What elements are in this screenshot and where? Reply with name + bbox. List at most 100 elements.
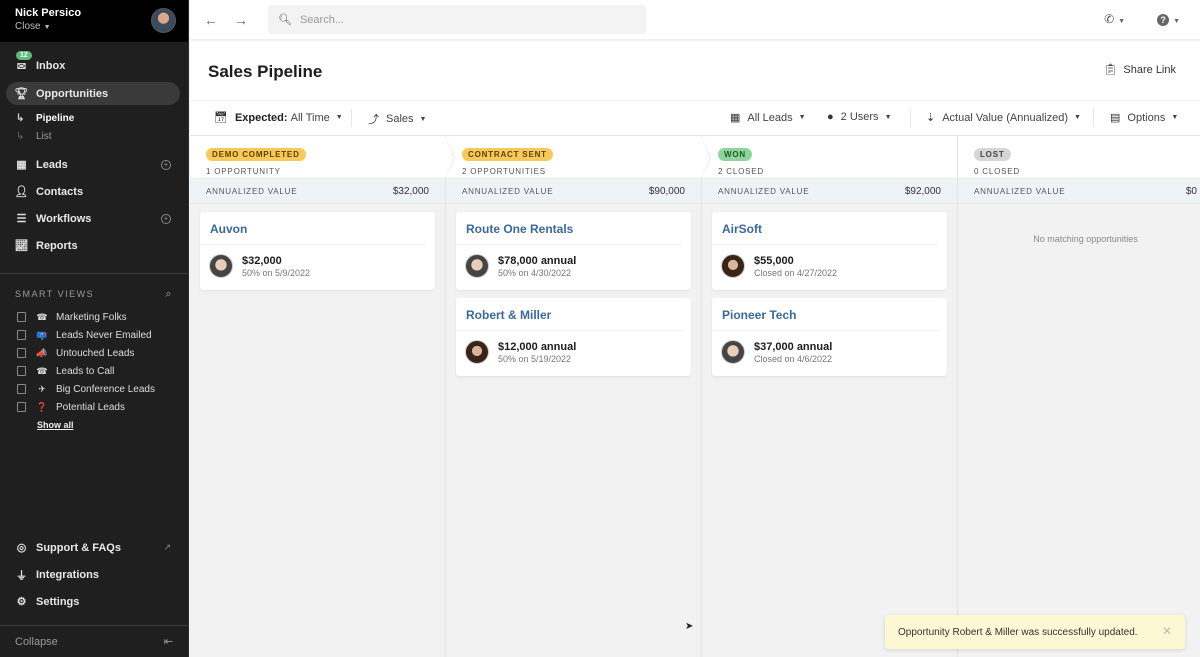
filter-separator (910, 109, 911, 127)
phone-menu[interactable]: ✆ ▼ (1104, 12, 1125, 26)
opportunity-card[interactable]: Pioneer Tech $37,000 annual Closed on 4/6/… (712, 298, 947, 376)
sort-value: Actual Value (Annualized) (942, 111, 1068, 124)
opportunity-value: $78,000 annual (498, 254, 577, 267)
user-avatar[interactable] (151, 8, 176, 33)
smart-view-item[interactable]: ✈ Big Conference Leads (0, 380, 188, 398)
sidebar-item-integrations[interactable]: ⏚ Integrations (0, 561, 188, 588)
smart-view-item[interactable]: ❓ Potential Leads (0, 398, 188, 416)
lead-name-link[interactable]: AirSoft (712, 212, 939, 245)
lead-name-link[interactable]: Pioneer Tech (712, 298, 939, 331)
options-value: Options (1127, 111, 1166, 124)
building-icon: ▦ (730, 112, 741, 124)
add-workflow-icon[interactable]: + (161, 213, 171, 224)
lead-name-link[interactable]: Robert & Miller (456, 298, 683, 331)
filter-separator (1093, 109, 1094, 127)
sidebar-item-label: Support & FAQs (36, 541, 121, 554)
stage-badge: WON (718, 148, 752, 161)
help-menu[interactable]: ? ▼ (1157, 12, 1180, 26)
show-all-link[interactable]: Show all (0, 416, 188, 434)
toast-message: Opportunity Robert & Miller was successf… (898, 626, 1138, 638)
share-link-button[interactable]: 📋︎ Share Link (1103, 63, 1176, 76)
avatar (465, 340, 489, 364)
forward-arrow-icon[interactable]: → (226, 12, 256, 28)
smart-view-item[interactable]: 📣 Untouched Leads (0, 344, 188, 362)
pipeline-column: LOST 0 CLOSED ANNUALIZED VALUE $0 No matchin… (958, 136, 1200, 657)
avatar (721, 254, 745, 278)
phone-icon: ✆ (1104, 12, 1115, 26)
sidebar-item-inbox[interactable]: ✉ 12 Inbox (0, 51, 188, 80)
column-value-row: ANNUALIZED VALUE $90,000 (446, 179, 701, 204)
caret-down-icon: ▼ (798, 114, 806, 121)
smart-view-item[interactable]: ☎ Marketing Folks (0, 308, 188, 326)
leads-value: All Leads (747, 111, 793, 124)
building-icon (17, 402, 26, 412)
sidebar-item-label: Workflows (36, 212, 92, 225)
sidebar: Nick Persico Close ▼ ✉ 12 Inbox 🏆︎ Opport… (0, 0, 189, 657)
search-placeholder: Search... (299, 13, 344, 26)
collapse-icon: ⇤ (163, 636, 173, 648)
search-input[interactable]: 🔍︎ Search... (268, 5, 646, 34)
opportunity-card[interactable]: Auvon $32,000 50% on 5/9/2022 (200, 212, 435, 290)
card-details: $55,000 Closed on 4/27/2022 (754, 255, 837, 278)
stage-chevron (701, 136, 710, 179)
caret-down-icon: ▼ (419, 115, 427, 123)
card-details: $37,000 annual Closed on 4/6/2022 (754, 341, 832, 364)
opportunity-card[interactable]: Route One Rentals $78,000 annual 50% on 4/… (456, 212, 691, 290)
smart-view-label: Leads to Call (56, 365, 115, 377)
card-body: $37,000 annual Closed on 4/6/2022 (712, 331, 947, 364)
sidebar-item-reports[interactable]: 📈︎ Reports (0, 232, 188, 259)
lead-name-link[interactable]: Route One Rentals (456, 212, 683, 245)
org-name[interactable]: Close ▼ (15, 21, 173, 32)
smart-view-emoji-icon: ✈ (38, 383, 46, 394)
value-label: ANNUALIZED VALUE (718, 186, 810, 196)
building-icon (17, 348, 26, 358)
smart-view-emoji-icon: ❓ (36, 401, 48, 412)
org-name-label: Close (15, 21, 41, 32)
list-icon: ☰ (16, 213, 27, 225)
lifebuoy-icon: ◎ (16, 542, 27, 554)
expected-date-filter[interactable]: 📅︎ Expected: All Time ▼ (214, 111, 343, 125)
collapse-sidebar-button[interactable]: Collapse ⇤ (0, 625, 188, 657)
sort-icon: ⇣ (926, 112, 936, 124)
opportunity-card[interactable]: Robert & Miller $12,000 annual 50% on 5/19… (456, 298, 691, 376)
collapse-label: Collapse (15, 635, 58, 648)
card-details: $12,000 annual 50% on 5/19/2022 (498, 341, 576, 364)
sort-filter[interactable]: ⇣ Actual Value (Annualized) ▼ (926, 111, 1081, 125)
options-menu[interactable]: ▤ Options ▼ (1110, 111, 1178, 125)
expected-label: Expected: (234, 111, 288, 124)
sidebar-subitem-list[interactable]: ↳ List (0, 127, 188, 145)
smart-view-emoji-icon: 📣 (36, 347, 48, 358)
calendar-check-icon: 📅︎ (214, 112, 228, 124)
search-smart-views-icon[interactable]: ⌕ (165, 288, 173, 301)
sidebar-item-opportunities[interactable]: 🏆︎ Opportunities (6, 82, 180, 105)
leads-filter[interactable]: ▦ All Leads ▼ (730, 111, 806, 125)
building-icon (17, 312, 26, 322)
sidebar-item-workflows[interactable]: ☰ Workflows + (0, 205, 188, 232)
sidebar-subitem-label: List (36, 130, 52, 142)
opportunity-card[interactable]: AirSoft $55,000 Closed on 4/27/2022 (712, 212, 947, 290)
column-count: 0 CLOSED (974, 167, 1020, 176)
sidebar-item-support[interactable]: ◎ Support & FAQs ↗ (0, 534, 188, 561)
opportunity-detail: 50% on 4/30/2022 (498, 267, 572, 278)
account-switcher[interactable]: Nick Persico Close ▼ (0, 0, 188, 42)
close-icon[interactable]: ✕ (1162, 624, 1172, 638)
users-filter[interactable]: ● 2 Users ▼ (827, 111, 892, 123)
mouse-cursor-icon: ➤ (685, 621, 694, 632)
back-arrow-icon[interactable]: ← (196, 12, 226, 28)
smart-view-item[interactable]: ☎ Leads to Call (0, 362, 188, 380)
add-lead-icon[interactable]: + (161, 159, 171, 170)
smart-view-item[interactable]: 📪 Leads Never Emailed (0, 326, 188, 344)
stage-badge: CONTRACT SENT (462, 148, 553, 161)
building-icon: ▦ (16, 159, 27, 171)
lead-name-link[interactable]: Auvon (200, 212, 427, 245)
sidebar-item-label: Leads (36, 158, 68, 171)
sidebar-item-settings[interactable]: ⚙ Settings (0, 588, 188, 615)
sidebar-item-leads[interactable]: ▦ Leads + (0, 151, 188, 178)
sidebar-subitem-label: Pipeline (36, 112, 75, 124)
pipeline-filter[interactable]: ⤴ Sales ▼ (368, 111, 426, 127)
sidebar-subitem-pipeline[interactable]: ↳ Pipeline (0, 109, 188, 127)
external-link-icon: ↗ (163, 542, 171, 552)
sidebar-item-contacts[interactable]: 👤︎ Contacts (0, 178, 188, 205)
trophy-icon: 🏆︎ (14, 88, 29, 100)
page-title: Sales Pipeline (208, 62, 323, 81)
